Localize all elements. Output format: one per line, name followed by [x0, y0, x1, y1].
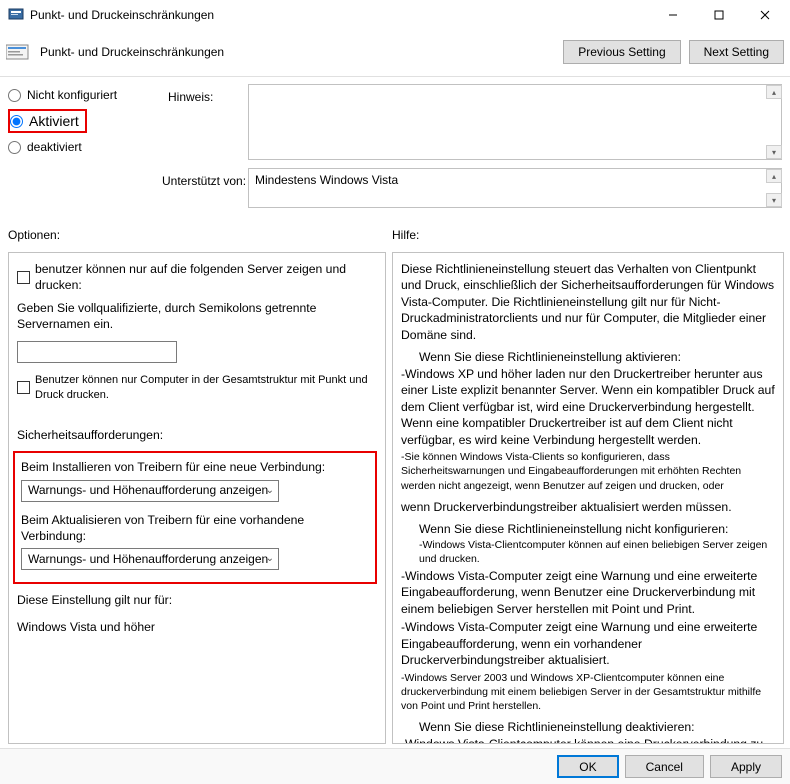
radio-disabled-input[interactable] [8, 141, 21, 154]
divider [0, 76, 790, 77]
help-pane: Hilfe: Diese Richtlinieneinstellung steu… [392, 228, 784, 744]
scroll-down-icon[interactable]: ▾ [766, 145, 782, 159]
help-p3c: -Windows Vista-Computer zeigt eine Warnu… [401, 568, 775, 617]
help-p3b: -Windows Vista-Clientcomputer können auf… [401, 538, 775, 566]
supported-label: Unterstützt von: [162, 174, 246, 188]
install-driver-select[interactable]: Warnungs- und Höhenaufforderung anzeigen… [21, 480, 279, 502]
close-button[interactable] [742, 0, 788, 30]
panes: Optionen: benutzer können nur auf die fo… [8, 228, 784, 744]
applies-to-os: Windows Vista und höher [17, 619, 377, 635]
cancel-button[interactable]: Cancel [625, 755, 704, 778]
checkbox-icon[interactable] [17, 381, 30, 394]
fq-hint: Geben Sie vollqualifizierte, durch Semik… [17, 300, 377, 333]
applies-to-label: Diese Einstellung gilt nur für: [17, 592, 377, 608]
checkbox-allowed-servers-label: benutzer können nur auf die folgenden Se… [35, 261, 377, 294]
radio-not-configured-input[interactable] [8, 89, 21, 102]
previous-setting-button[interactable]: Previous Setting [563, 40, 680, 64]
options-pane: Optionen: benutzer können nur auf die fo… [8, 228, 386, 744]
radio-disabled-label: deaktiviert [27, 140, 82, 154]
update-driver-select[interactable]: Warnungs- und Höhenaufforderung anzeigen… [21, 548, 279, 570]
checkbox-forest-only-label: Benutzer können nur Computer in der Gesa… [35, 373, 377, 403]
help-label: Hilfe: [392, 228, 784, 246]
next-setting-button[interactable]: Next Setting [689, 40, 784, 64]
radio-disabled[interactable]: deaktiviert [8, 137, 248, 157]
options-body: benutzer können nur auf die folgenden Se… [8, 252, 386, 744]
bottom-bar: OK Cancel Apply [0, 748, 790, 784]
titlebar: Punkt- und Druckeinschränkungen [0, 0, 790, 30]
checkbox-icon[interactable] [17, 271, 30, 284]
install-driver-value: Warnungs- und Höhenaufforderung anzeigen [28, 482, 268, 498]
minimize-button[interactable] [650, 0, 696, 30]
chevron-down-icon: ⌄ [266, 552, 274, 566]
help-p2c: -Sie können Windows Vista-Clients so kon… [401, 450, 775, 493]
update-driver-value: Warnungs- und Höhenaufforderung anzeigen [28, 551, 268, 567]
help-p4a: Wenn Sie diese Richtlinieneinstellung de… [401, 719, 775, 735]
checkbox-forest-only[interactable]: Benutzer können nur Computer in der Gesa… [17, 373, 377, 403]
window-controls [650, 0, 788, 30]
options-label: Optionen: [8, 228, 386, 246]
supported-textarea: Mindestens Windows Vista [248, 168, 782, 208]
maximize-button[interactable] [696, 0, 742, 30]
help-p2d: wenn Druckerverbindungstreiber aktualisi… [401, 499, 775, 515]
security-prompts-highlight: Beim Installieren von Treibern für eine … [13, 451, 377, 584]
install-driver-label: Beim Installieren von Treibern für eine … [21, 459, 369, 475]
scroll-up-icon[interactable]: ▴ [766, 85, 782, 99]
checkbox-allowed-servers[interactable]: benutzer können nur auf die folgenden Se… [17, 261, 377, 294]
update-driver-label: Beim Aktualisieren von Treibern für eine… [21, 512, 369, 545]
policy-name: Punkt- und Druckeinschränkungen [40, 45, 555, 59]
policy-icon [8, 7, 24, 23]
help-p3a: Wenn Sie diese Richtlinieneinstellung ni… [401, 521, 775, 537]
radio-enabled-label: Aktiviert [29, 113, 79, 129]
radio-enabled[interactable]: Aktiviert [10, 111, 79, 131]
comment-label: Hinweis: [168, 90, 213, 104]
policy-header-icon [6, 42, 34, 62]
server-names-input[interactable] [17, 341, 177, 363]
scroll-up-icon-2[interactable]: ▴ [766, 169, 782, 183]
apply-button[interactable]: Apply [710, 755, 782, 778]
help-p2b: -Windows XP und höher laden nur den Druc… [401, 366, 775, 448]
radio-not-configured-label: Nicht konfiguriert [27, 88, 117, 102]
radio-enabled-input[interactable] [10, 115, 23, 128]
help-p2a: Wenn Sie diese Richtlinieneinstellung ak… [401, 349, 775, 365]
help-p3d: -Windows Vista-Computer zeigt eine Warnu… [401, 619, 775, 668]
ok-button[interactable]: OK [557, 755, 618, 778]
scroll-down-icon-2[interactable]: ▾ [766, 193, 782, 207]
help-body[interactable]: Diese Richtlinieneinstellung steuert das… [392, 252, 784, 744]
window-title: Punkt- und Druckeinschränkungen [30, 8, 650, 22]
help-p4b: -Windows Vista-Clientcomputer können ein… [401, 736, 775, 744]
help-p1: Diese Richtlinieneinstellung steuert das… [401, 261, 775, 343]
chevron-down-icon: ⌄ [266, 484, 274, 498]
policy-header: Punkt- und Druckeinschränkungen Previous… [0, 30, 790, 76]
comment-textarea[interactable] [248, 84, 782, 160]
security-prompts-label: Sicherheitsaufforderungen: [17, 427, 377, 443]
radio-enabled-highlight: Aktiviert [8, 109, 87, 133]
help-p3e: -Windows Server 2003 und Windows XP-Clie… [401, 671, 775, 714]
